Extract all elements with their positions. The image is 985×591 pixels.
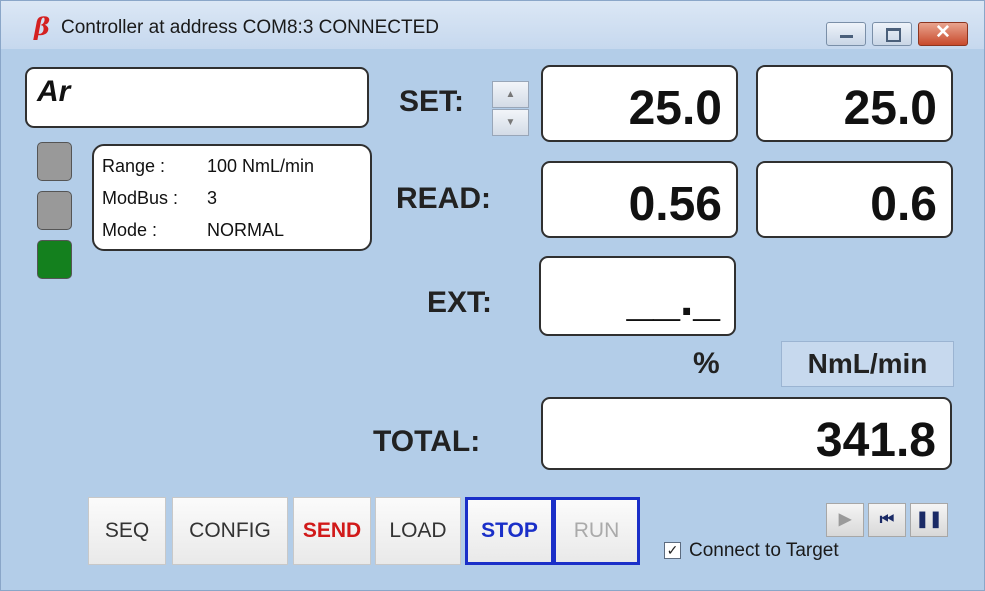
beta-app-icon: β — [34, 12, 50, 41]
status-led-3 — [37, 240, 72, 279]
gas-name: Ar — [37, 75, 71, 108]
modbus-label: ModBus : — [102, 188, 179, 208]
close-icon: ✕ — [935, 22, 951, 43]
spin-down-button[interactable]: ▼ — [492, 109, 529, 136]
gas-name-field: Ar — [25, 67, 369, 128]
maximize-icon — [886, 28, 901, 42]
setpoint-percent-field[interactable]: 25.0 — [541, 65, 738, 142]
ext-percent-display: __._ — [539, 256, 736, 336]
status-led-1 — [37, 142, 72, 181]
total-display: 341.8 — [541, 397, 952, 470]
send-button[interactable]: SEND — [293, 497, 371, 565]
total-label: TOTAL: — [373, 425, 481, 458]
setpoint-flow-value: 25.0 — [843, 82, 937, 135]
percent-unit-label: % — [693, 347, 720, 380]
read-label: READ: — [396, 182, 491, 215]
spin-up-button[interactable]: ▲ — [492, 81, 529, 108]
read-percent-display: 0.56 — [541, 161, 738, 238]
seq-button[interactable]: SEQ — [88, 497, 166, 565]
status-led-2 — [37, 191, 72, 230]
pause-icon[interactable]: ❚❚ — [910, 503, 948, 537]
controller-window: β Controller at address COM8:3 CONNECTED… — [0, 0, 985, 591]
set-label: SET: — [399, 85, 465, 118]
total-value: 341.8 — [815, 414, 936, 467]
info-mode-row: Mode : NORMAL — [102, 220, 284, 241]
minimize-icon — [840, 35, 853, 38]
window-title: Controller at address COM8:3 CONNECTED — [61, 17, 439, 38]
title-bar: β Controller at address COM8:3 CONNECTED… — [1, 1, 984, 49]
stop-button[interactable]: STOP — [465, 497, 554, 565]
flow-unit-button[interactable]: NmL/min — [781, 341, 954, 387]
modbus-value: 3 — [207, 188, 218, 208]
connect-to-target-label[interactable]: Connect to Target — [689, 540, 839, 562]
device-info-panel: Range : 100 NmL/min ModBus : 3 Mode : NORMA… — [92, 144, 372, 251]
connect-to-target-checkbox[interactable]: ✓ — [664, 542, 681, 559]
info-modbus-row: ModBus : 3 — [102, 188, 217, 209]
load-button[interactable]: LOAD — [375, 497, 461, 565]
range-label: Range : — [102, 156, 166, 176]
mode-value: NORMAL — [207, 220, 285, 240]
ext-percent-value: __._ — [626, 273, 720, 326]
mode-label: Mode : — [102, 220, 158, 240]
read-percent-value: 0.56 — [628, 178, 722, 231]
setpoint-spinner[interactable]: ▲ ▼ — [492, 81, 529, 137]
info-range-row: Range : 100 NmL/min — [102, 156, 314, 177]
maximize-button[interactable] — [872, 22, 912, 46]
setpoint-percent-value: 25.0 — [628, 82, 722, 135]
run-button[interactable]: RUN — [553, 497, 640, 565]
read-flow-display: 0.6 — [756, 161, 953, 238]
ext-label: EXT: — [427, 286, 493, 319]
range-value: 100 NmL/min — [207, 156, 315, 176]
read-flow-value: 0.6 — [870, 178, 937, 231]
minimize-button[interactable] — [826, 22, 866, 46]
play-icon[interactable]: ▶ — [826, 503, 864, 537]
setpoint-flow-field[interactable]: 25.0 — [756, 65, 953, 142]
close-button[interactable]: ✕ — [918, 22, 968, 46]
skip-to-start-icon[interactable]: ⏮ — [868, 503, 906, 537]
config-button[interactable]: CONFIG — [172, 497, 288, 565]
